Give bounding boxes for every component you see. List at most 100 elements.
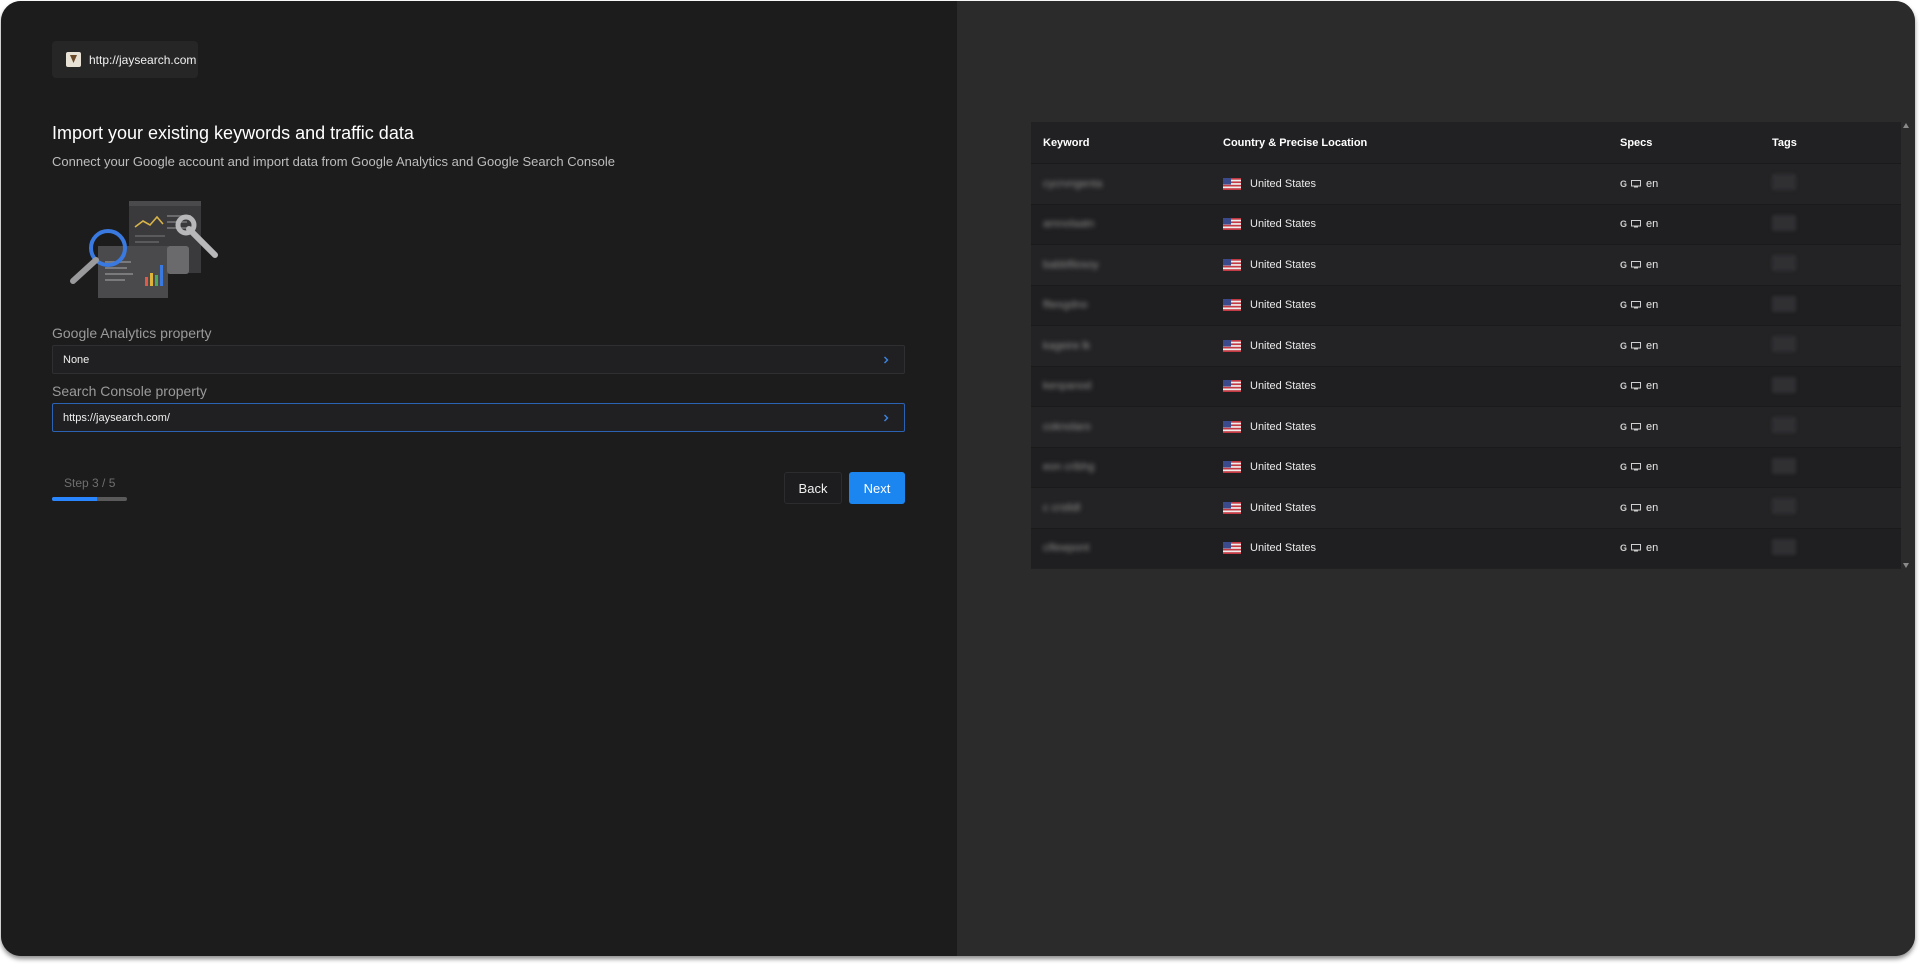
chevron-right-icon — [884, 356, 889, 364]
country-cell: United States — [1223, 299, 1620, 312]
tag-chip[interactable] — [1772, 255, 1796, 272]
table-row[interactable]: kenpanod United States G en — [1031, 365, 1901, 406]
tag-chip[interactable] — [1772, 214, 1796, 231]
page-subtitle: Connect your Google account and import d… — [52, 154, 615, 169]
specs-cell: G en — [1620, 218, 1772, 230]
site-selector[interactable]: http://jaysearch.com — [52, 41, 198, 78]
table-row[interactable]: cycrvngenta United States G en — [1031, 163, 1901, 204]
language-code: en — [1646, 380, 1659, 393]
tag-chip[interactable] — [1772, 295, 1796, 312]
country-name: United States — [1250, 299, 1317, 312]
step-indicator: Step 3 / 5 — [64, 476, 116, 490]
specs-cell: G en — [1620, 259, 1772, 271]
language-code: en — [1646, 542, 1659, 555]
specs-cell: G en — [1620, 542, 1772, 554]
table-row[interactable]: fltesgdno United States G en — [1031, 284, 1901, 325]
google-icon: G — [1620, 340, 1628, 351]
app-window: http://jaysearch.com Import your existin… — [1, 1, 1915, 956]
specs-cell: G en — [1620, 461, 1772, 473]
tag-chip[interactable] — [1772, 174, 1796, 191]
scroll-down-arrow-icon — [1903, 563, 1909, 568]
country-cell: United States — [1223, 218, 1620, 231]
search-console-property-select[interactable]: https://jaysearch.com/ — [52, 403, 905, 432]
google-icon: G — [1620, 421, 1628, 432]
column-header-keyword[interactable]: Keyword — [1031, 137, 1223, 149]
google-icon: G — [1620, 219, 1628, 230]
table-row[interactable]: clfewpont United States G en — [1031, 527, 1901, 568]
column-header-country[interactable]: Country & Precise Location — [1223, 137, 1620, 149]
us-flag-icon — [1223, 299, 1241, 312]
keywords-table: Keyword Country & Precise Location Specs… — [1031, 122, 1901, 569]
specs-cell: G en — [1620, 340, 1772, 352]
keyword-cell: c crstldl — [1043, 501, 1081, 514]
tag-chip[interactable] — [1772, 417, 1796, 434]
google-icon: G — [1620, 462, 1628, 473]
us-flag-icon — [1223, 218, 1241, 231]
country-name: United States — [1250, 380, 1317, 393]
tag-chip[interactable] — [1772, 457, 1796, 474]
keyword-cell: fltesgdno — [1043, 299, 1088, 312]
language-code: en — [1646, 501, 1659, 514]
keyword-cell: kenpanod — [1043, 380, 1092, 393]
country-cell: United States — [1223, 461, 1620, 474]
desktop-icon — [1631, 260, 1642, 269]
country-name: United States — [1250, 501, 1317, 514]
country-cell: United States — [1223, 258, 1620, 271]
tag-chip[interactable] — [1772, 376, 1796, 393]
country-cell: United States — [1223, 420, 1620, 433]
table-row[interactable]: c crstldl United States G en — [1031, 487, 1901, 528]
keyword-cell: kageire lk — [1043, 339, 1091, 352]
country-name: United States — [1250, 461, 1317, 474]
keyword-cell: amnolaatn — [1043, 218, 1095, 231]
desktop-icon — [1631, 503, 1642, 512]
country-name: United States — [1250, 258, 1317, 271]
step-progress-bar — [52, 497, 127, 501]
desktop-icon — [1631, 220, 1642, 228]
google-icon: G — [1620, 502, 1628, 513]
keyword-cell: eon cribhg — [1043, 461, 1095, 474]
table-row[interactable]: babbfilosoy United States G en — [1031, 244, 1901, 285]
search-console-property-label: Search Console property — [52, 383, 207, 399]
keyword-cell: coknolaro — [1043, 420, 1091, 433]
desktop-icon — [1631, 341, 1642, 350]
analytics-property-select[interactable]: None — [52, 345, 905, 374]
us-flag-icon — [1223, 461, 1241, 474]
language-code: en — [1646, 177, 1659, 190]
table-row[interactable]: amnolaatn United States G en — [1031, 203, 1901, 244]
country-name: United States — [1250, 218, 1317, 231]
tag-chip[interactable] — [1772, 498, 1796, 515]
back-button[interactable]: Back — [784, 472, 842, 504]
desktop-icon — [1631, 422, 1642, 431]
tag-chip[interactable] — [1772, 538, 1796, 555]
country-cell: United States — [1223, 501, 1620, 514]
table-scrollbar[interactable] — [1901, 122, 1911, 569]
language-code: en — [1646, 339, 1659, 352]
column-header-tags[interactable]: Tags — [1772, 137, 1901, 149]
google-icon: G — [1620, 178, 1628, 189]
table-row[interactable]: coknolaro United States G en — [1031, 406, 1901, 447]
next-button[interactable]: Next — [849, 472, 905, 504]
us-flag-icon — [1223, 339, 1241, 352]
table-header: Keyword Country & Precise Location Specs… — [1031, 122, 1901, 163]
country-name: United States — [1250, 339, 1317, 352]
specs-cell: G en — [1620, 502, 1772, 514]
table-row[interactable]: eon cribhg United States G en — [1031, 446, 1901, 487]
desktop-icon — [1631, 463, 1642, 471]
country-name: United States — [1250, 542, 1317, 555]
desktop-icon — [1631, 301, 1642, 309]
google-icon: G — [1620, 543, 1628, 554]
keyword-cell: babbfilosoy — [1043, 258, 1099, 271]
us-flag-icon — [1223, 177, 1241, 190]
analytics-property-value: None — [63, 353, 90, 366]
country-cell: United States — [1223, 542, 1620, 555]
specs-cell: G en — [1620, 421, 1772, 433]
language-code: en — [1646, 461, 1659, 474]
tag-chip[interactable] — [1772, 336, 1796, 353]
column-header-specs[interactable]: Specs — [1620, 137, 1772, 149]
chevron-right-icon — [884, 414, 889, 422]
country-cell: United States — [1223, 380, 1620, 393]
specs-cell: G en — [1620, 299, 1772, 311]
country-cell: United States — [1223, 177, 1620, 190]
language-code: en — [1646, 218, 1659, 231]
table-row[interactable]: kageire lk United States G en — [1031, 325, 1901, 366]
